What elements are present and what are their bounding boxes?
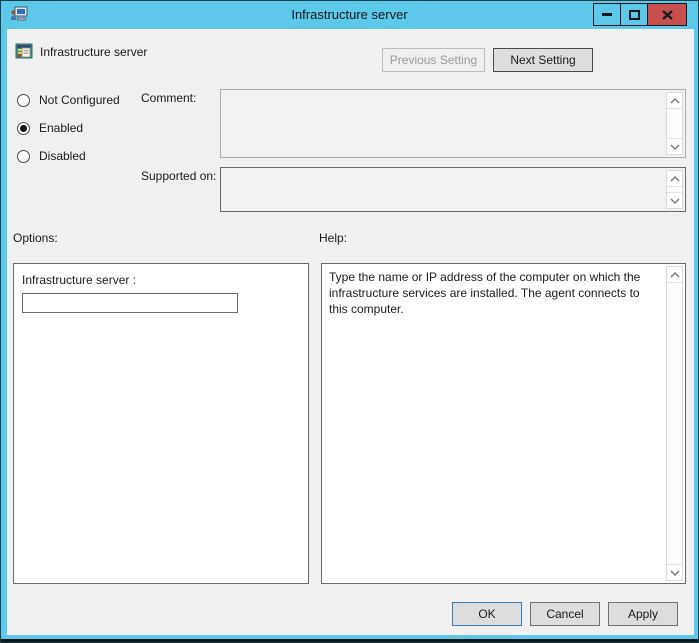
radio-disabled[interactable]: Disabled (17, 149, 86, 163)
dialog-body: Infrastructure server Previous Setting N… (7, 29, 694, 635)
apply-button[interactable]: Apply (608, 602, 678, 626)
scroll-track[interactable] (667, 283, 682, 564)
minimize-button[interactable] (593, 3, 621, 26)
radio-label: Not Configured (39, 93, 120, 107)
maximize-button[interactable] (620, 3, 648, 26)
chevron-up-icon (670, 272, 680, 278)
maximize-icon (629, 10, 640, 20)
window-bottom-edge (1, 639, 698, 642)
chevron-down-icon (670, 144, 680, 150)
radio-circle-icon[interactable] (17, 122, 30, 135)
help-text: Type the name or IP address of the compu… (329, 269, 659, 317)
help-heading: Help: (319, 231, 347, 245)
previous-setting-button[interactable]: Previous Setting (382, 48, 485, 72)
radio-label: Disabled (39, 149, 86, 163)
supported-on-label: Supported on: (141, 169, 216, 183)
cancel-button[interactable]: Cancel (530, 602, 600, 626)
comment-label: Comment: (141, 91, 196, 105)
radio-label: Enabled (39, 121, 83, 135)
chevron-down-icon (670, 570, 680, 576)
titlebar[interactable]: Infrastructure server (2, 1, 697, 29)
next-setting-button[interactable]: Next Setting (493, 48, 593, 72)
infrastructure-server-input[interactable] (22, 293, 238, 313)
scroll-down-button[interactable] (667, 192, 682, 208)
infrastructure-server-field-label: Infrastructure server : (22, 273, 136, 287)
help-scrollbar[interactable] (666, 266, 683, 581)
options-heading: Options: (13, 231, 58, 245)
radio-enabled[interactable]: Enabled (17, 121, 83, 135)
scroll-track[interactable] (667, 109, 682, 138)
scroll-up-button[interactable] (667, 171, 682, 187)
scroll-up-button[interactable] (667, 267, 682, 283)
chevron-up-icon (670, 176, 680, 182)
radio-circle-icon[interactable] (17, 94, 30, 107)
policy-setting-icon (15, 42, 33, 60)
close-button[interactable] (647, 3, 687, 26)
scroll-down-button[interactable] (667, 138, 682, 154)
close-icon (662, 10, 673, 20)
help-panel: Type the name or IP address of the compu… (321, 263, 686, 584)
scroll-down-button[interactable] (667, 564, 682, 580)
minimize-icon (602, 13, 612, 16)
chevron-up-icon (670, 98, 680, 104)
setting-title: Infrastructure server (40, 45, 147, 59)
ok-button[interactable]: OK (452, 602, 522, 626)
radio-not-configured[interactable]: Not Configured (17, 93, 120, 107)
supported-on-textarea[interactable] (220, 167, 686, 212)
chevron-down-icon (670, 198, 680, 204)
comment-scrollbar[interactable] (666, 92, 683, 155)
dialog-window: Infrastructure server Infrastructure ser… (0, 0, 699, 643)
scroll-up-button[interactable] (667, 93, 682, 109)
options-panel: Infrastructure server : (13, 263, 309, 584)
supported-on-scrollbar[interactable] (666, 170, 683, 209)
comment-textarea[interactable] (220, 89, 686, 158)
radio-circle-icon[interactable] (17, 150, 30, 163)
